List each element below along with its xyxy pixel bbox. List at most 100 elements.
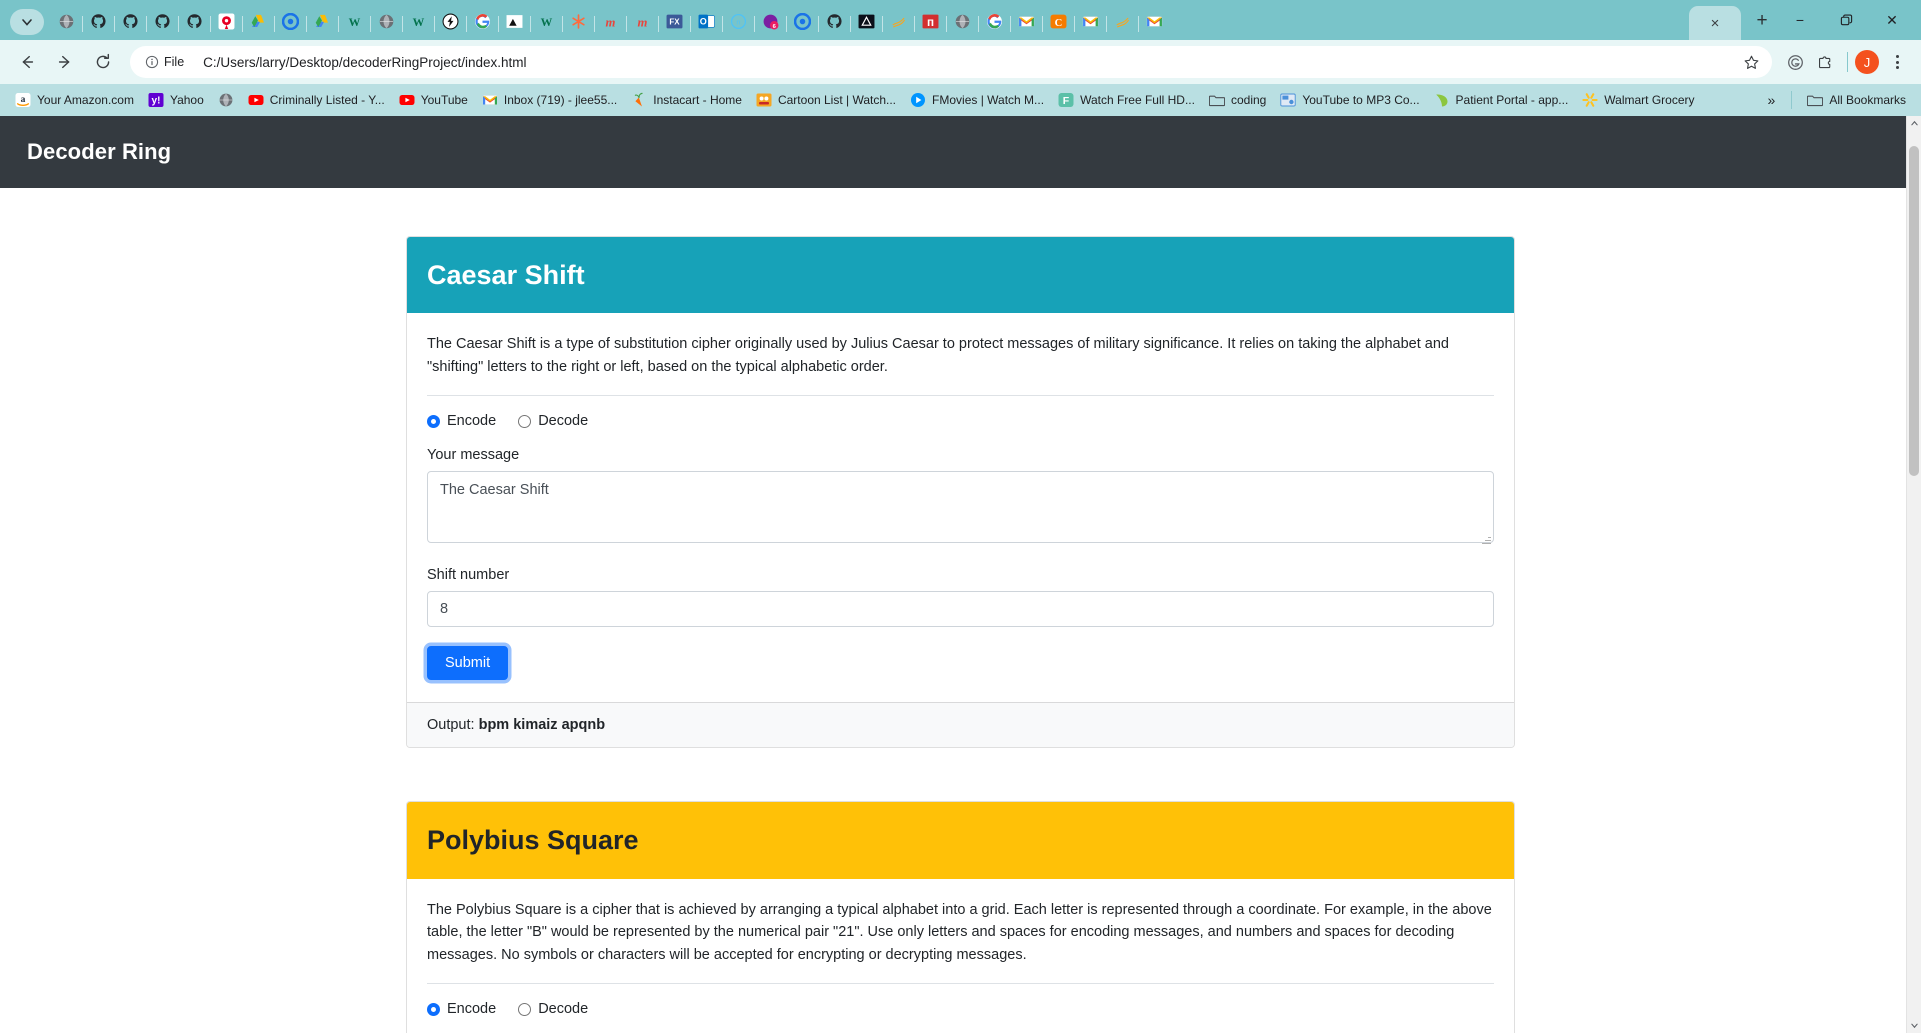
tab-medium[interactable]: m: [594, 6, 627, 40]
scroll-down-button[interactable]: [1907, 1018, 1921, 1033]
tab-chrome-blue[interactable]: [786, 6, 819, 40]
tab-w3schools[interactable]: W: [402, 6, 435, 40]
close-icon[interactable]: ×: [1711, 16, 1720, 31]
tab-globe[interactable]: [370, 6, 403, 40]
bookmark-item[interactable]: Instacart - Home: [624, 89, 749, 111]
tab-globe[interactable]: [50, 6, 83, 40]
w3schools-icon: W: [412, 15, 424, 28]
maximize-button[interactable]: [1823, 3, 1869, 37]
bookmark-label: coding: [1230, 93, 1267, 107]
shift-number-input-caesar[interactable]: [427, 591, 1494, 628]
bookmarks-overflow-button[interactable]: »: [1760, 89, 1784, 111]
tab-image[interactable]: [498, 6, 531, 40]
card-header-polybius: Polybius Square: [407, 802, 1514, 879]
back-button[interactable]: [10, 45, 44, 79]
profile-avatar[interactable]: J: [1855, 50, 1879, 74]
scrollbar-thumb[interactable]: [1909, 146, 1919, 476]
tab-w3schools[interactable]: W: [530, 6, 563, 40]
bookmark-item[interactable]: F Watch Free Full HD...: [1051, 89, 1202, 111]
radio-decode-polybius[interactable]: Decode: [518, 1001, 588, 1017]
tab-scribble[interactable]: [882, 6, 915, 40]
tab-github[interactable]: [178, 6, 211, 40]
bookmark-item[interactable]: a Your Amazon.com: [8, 89, 141, 111]
radio-indicator[interactable]: [427, 1002, 440, 1016]
minimize-button[interactable]: −: [1777, 3, 1823, 37]
tab-chrome[interactable]: [274, 6, 307, 40]
extensions-button[interactable]: [1810, 47, 1840, 77]
bookmark-item[interactable]: YouTube: [392, 89, 475, 111]
tab-gmail[interactable]: [1010, 6, 1043, 40]
tab-github[interactable]: [82, 6, 115, 40]
radio-indicator[interactable]: [518, 1002, 532, 1016]
tab-google-drive[interactable]: [242, 6, 275, 40]
tab-w3schools[interactable]: W: [338, 6, 371, 40]
radio-indicator[interactable]: [427, 414, 440, 428]
bookmark-item[interactable]: coding: [1202, 89, 1273, 111]
tab-gmail[interactable]: [1074, 6, 1107, 40]
active-tab[interactable]: ×: [1689, 6, 1741, 40]
bookmark-star-button[interactable]: [1736, 47, 1766, 77]
browser-toolbar: File C:/Users/larry/Desktop/decoderRingP…: [0, 40, 1921, 84]
radio-encode-caesar[interactable]: Encode: [427, 413, 496, 429]
scroll-up-button[interactable]: [1907, 116, 1921, 131]
web-page: Decoder Ring Caesar Shift The Caesar Shi…: [0, 116, 1921, 1033]
bookmark-item[interactable]: Criminally Listed - Y...: [241, 89, 392, 111]
new-tab-button[interactable]: +: [1747, 6, 1777, 36]
tab-fx[interactable]: FX: [658, 6, 691, 40]
radio-encode-polybius[interactable]: Encode: [427, 1001, 496, 1017]
tab-google[interactable]: [978, 6, 1011, 40]
gmail-icon: [1018, 16, 1034, 26]
browser-menu-button[interactable]: [1883, 47, 1911, 77]
bookmark-item[interactable]: Patient Portal - app...: [1427, 89, 1576, 111]
folder-icon: [1807, 95, 1824, 107]
tab-vercel[interactable]: [850, 6, 883, 40]
description-caesar: The Caesar Shift is a type of substituti…: [427, 336, 1449, 375]
bookmark-item[interactable]: Cartoon List | Watch...: [749, 89, 903, 111]
bookmark-item[interactable]: Inbox (719) - jlee55...: [475, 89, 624, 111]
submit-button-caesar[interactable]: Submit: [427, 646, 509, 681]
radio-decode-caesar[interactable]: Decode: [518, 413, 588, 429]
tab-outlook[interactable]: O: [690, 6, 723, 40]
tab-notification[interactable]: 6: [754, 6, 787, 40]
tab-medium[interactable]: m: [626, 6, 659, 40]
tab-gmail[interactable]: [1138, 6, 1170, 40]
globe-icon: [219, 93, 233, 107]
tab-stackblitz[interactable]: [434, 6, 467, 40]
window-controls: − ✕: [1777, 0, 1915, 40]
tab-asterisk[interactable]: [562, 6, 595, 40]
forward-button[interactable]: [48, 45, 82, 79]
tab-c-orange[interactable]: C: [1042, 6, 1075, 40]
tab-github[interactable]: [146, 6, 179, 40]
tab-google[interactable]: [466, 6, 499, 40]
radio-indicator[interactable]: [518, 414, 532, 428]
divider: [427, 395, 1494, 397]
gmail-icon: [1146, 16, 1162, 26]
message-textarea-caesar[interactable]: [427, 471, 1494, 544]
tab-pinterest[interactable]: [210, 6, 243, 40]
tab-google-drive[interactable]: [306, 6, 339, 40]
site-header: Decoder Ring: [0, 116, 1921, 188]
all-bookmarks-button[interactable]: All Bookmarks: [1800, 89, 1913, 111]
card-header-caesar: Caesar Shift: [407, 237, 1514, 314]
grammarly-extension-button[interactable]: [1780, 47, 1810, 77]
bookmark-label: Instacart - Home: [653, 93, 742, 107]
tab-globe[interactable]: [946, 6, 979, 40]
tab-circle[interactable]: n: [722, 6, 755, 40]
tab-pi[interactable]: п: [914, 6, 947, 40]
address-bar[interactable]: File C:/Users/larry/Desktop/decoderRingP…: [130, 46, 1772, 78]
tab-github[interactable]: [818, 6, 851, 40]
window-close-button[interactable]: ✕: [1869, 3, 1915, 37]
tab-github[interactable]: [114, 6, 147, 40]
bookmark-item[interactable]: y! Yahoo: [141, 89, 211, 111]
tab-scribble[interactable]: [1106, 6, 1139, 40]
toolbar-divider: [1847, 52, 1848, 72]
reload-button[interactable]: [86, 45, 120, 79]
page-scrollbar[interactable]: [1906, 116, 1921, 1033]
tab-search-button[interactable]: [10, 9, 44, 35]
bookmark-item[interactable]: Walmart Grocery: [1575, 89, 1701, 111]
bookmark-item[interactable]: [211, 89, 241, 111]
file-scheme-chip[interactable]: File: [140, 53, 193, 71]
forward-arrow-icon: [58, 55, 70, 69]
bookmark-item[interactable]: FMovies | Watch M...: [903, 89, 1051, 111]
bookmark-item[interactable]: YouTube to MP3 Co...: [1273, 89, 1426, 111]
